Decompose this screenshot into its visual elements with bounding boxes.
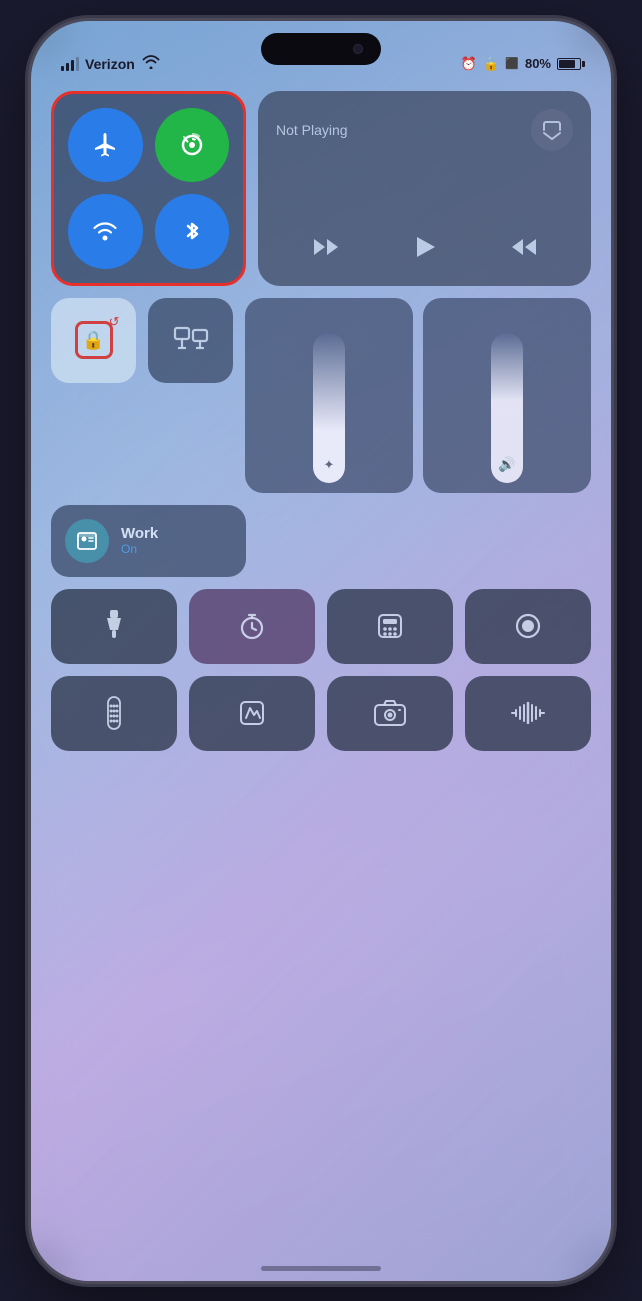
orientation-lock-icon: 🔒	[483, 56, 499, 72]
front-camera	[353, 44, 363, 54]
signal-bar-2	[66, 63, 69, 71]
airplane-mode-button[interactable]	[68, 108, 143, 183]
signal-bar-1	[61, 66, 64, 71]
volume-slider[interactable]: 🔊	[423, 298, 591, 493]
carrier-label: Verizon	[85, 56, 135, 72]
timer-button[interactable]	[189, 589, 315, 664]
focus-icon-circle	[65, 519, 109, 563]
signal-bars	[61, 57, 79, 71]
battery-percent: 80%	[525, 56, 551, 71]
battery-indicator	[557, 58, 581, 70]
sliders-container: ✦ 🔊	[245, 298, 591, 493]
airplay-button[interactable]	[531, 109, 573, 151]
flashlight-button[interactable]	[51, 589, 177, 664]
media-top: Not Playing	[276, 109, 573, 151]
sound-recognition-button[interactable]	[465, 676, 591, 751]
camera-button[interactable]	[327, 676, 453, 751]
top-row: Not Playing	[51, 91, 591, 286]
rewind-button[interactable]	[312, 236, 340, 264]
battery-icon	[557, 58, 581, 70]
screen-record-button[interactable]	[465, 589, 591, 664]
focus-title: Work	[121, 525, 158, 542]
home-indicator[interactable]	[261, 1266, 381, 1271]
brightness-slider[interactable]: ✦	[245, 298, 413, 493]
signal-bar-3	[71, 60, 74, 71]
phone-frame: Verizon ⏰ 🔒 ⬛ 80%	[31, 21, 611, 1281]
screen-icon: ⬛	[505, 57, 519, 70]
signal-bar-4	[76, 57, 79, 71]
cellular-button[interactable]	[155, 108, 230, 183]
screen-rotation-lock-button[interactable]: 🔒 ↺	[51, 298, 136, 383]
notch	[261, 33, 381, 65]
markup-button[interactable]	[189, 676, 315, 751]
fast-forward-button[interactable]	[510, 236, 538, 264]
alarm-icon: ⏰	[461, 56, 477, 72]
focus-row: Work On	[51, 505, 591, 577]
wifi-button[interactable]	[68, 194, 143, 269]
status-right: ⏰ 🔒 ⬛ 80%	[461, 56, 581, 72]
not-playing-label: Not Playing	[276, 122, 521, 138]
brightness-icon: ✦	[324, 457, 335, 473]
focus-panel[interactable]: Work On	[51, 505, 246, 577]
connectivity-panel	[51, 91, 246, 286]
control-center: Not Playing	[51, 91, 591, 751]
calculator-button[interactable]	[327, 589, 453, 664]
battery-fill	[559, 60, 575, 68]
media-controls	[276, 233, 573, 268]
rotate-arrow-icon: ↺	[109, 314, 120, 330]
screen-mirror-button[interactable]	[148, 298, 233, 383]
bottom-grid-row1	[51, 589, 591, 664]
focus-text: Work On	[121, 525, 158, 556]
second-row: 🔒 ↺	[51, 298, 591, 493]
volume-icon: 🔊	[498, 456, 515, 473]
media-player-panel: Not Playing	[258, 91, 591, 286]
wifi-status-icon	[142, 55, 160, 72]
lock-icon: 🔒	[82, 330, 104, 351]
focus-subtitle: On	[121, 542, 158, 556]
status-left: Verizon	[61, 55, 160, 72]
bluetooth-button[interactable]	[155, 194, 230, 269]
bottom-grid-row2	[51, 676, 591, 751]
play-button[interactable]	[411, 233, 439, 268]
apple-tv-remote-button[interactable]	[51, 676, 177, 751]
